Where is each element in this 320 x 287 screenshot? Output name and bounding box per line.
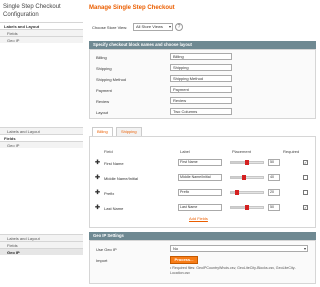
store-view-value: All Store Views: [136, 24, 163, 29]
chevron-down-icon: ▾: [168, 24, 171, 29]
sidebar-item-geo-ip[interactable]: Geo IP: [0, 36, 83, 43]
help-icon[interactable]: ?: [175, 23, 183, 31]
store-view-label: Choose Store View:: [92, 25, 128, 30]
placement-input[interactable]: 50: [268, 204, 280, 211]
tab-shipping[interactable]: Shipping: [116, 127, 142, 136]
placement-input[interactable]: 50: [268, 159, 280, 166]
sidebar-item-fields[interactable]: Fields: [0, 29, 83, 36]
sidebar-item-labels-layout[interactable]: Labels and Layout: [0, 22, 83, 29]
shipping-method-name-input[interactable]: Shipping Method: [170, 75, 232, 82]
field-label-input[interactable]: Last Name: [178, 204, 222, 211]
sidebar-group: Labels and Layout Fields Geo IP: [0, 234, 83, 255]
field-label-input[interactable]: Middle Name/Initial: [178, 174, 222, 181]
sidebar-item-fields[interactable]: Fields: [0, 241, 83, 248]
sidebar-group: Labels and Layout Fields Geo IP: [0, 127, 83, 148]
placement-slider[interactable]: [230, 190, 264, 195]
column-header-required: Required: [283, 149, 300, 154]
block-label: Shipping Method: [96, 77, 127, 82]
review-name-input[interactable]: Review: [170, 97, 232, 104]
shipping-name-input[interactable]: Shipping: [170, 64, 232, 71]
payment-name-input[interactable]: Payment: [170, 86, 232, 93]
fields-panel: [89, 136, 316, 228]
column-header-field: Field: [104, 149, 113, 154]
required-checkbox[interactable]: [303, 190, 308, 195]
field-label-input[interactable]: First Name: [178, 159, 222, 166]
section-header: Geo IP Settings: [89, 232, 316, 240]
billing-name-input[interactable]: Billing: [170, 53, 232, 60]
field-name: First Name: [104, 161, 124, 166]
use-geo-ip-select[interactable]: No ▾: [170, 245, 308, 252]
required-checkbox[interactable]: ✓: [303, 205, 308, 210]
block-label: Shipping: [96, 66, 112, 71]
placement-slider[interactable]: [230, 160, 264, 165]
drag-handle-icon[interactable]: ✚: [95, 160, 100, 166]
layout-select[interactable]: Two Columns: [170, 108, 232, 115]
use-geo-ip-value: No: [173, 246, 179, 251]
sidebar-item-labels-layout[interactable]: Labels and Layout: [0, 127, 83, 134]
sidebar-item-labels-layout[interactable]: Labels and Layout: [0, 234, 83, 241]
sidebar-group: Labels and Layout Fields Geo IP: [0, 22, 83, 43]
block-label: Review: [96, 99, 110, 104]
block-label: Layout: [96, 110, 109, 115]
process-button[interactable]: Process...: [170, 256, 198, 264]
page-title: Manage Single Step Checkout: [89, 5, 175, 11]
sidebar: Single Step Checkout Configuration Label…: [0, 0, 83, 287]
drag-handle-icon[interactable]: ✚: [95, 190, 100, 196]
slider-thumb[interactable]: [245, 205, 249, 210]
slider-thumb[interactable]: [235, 190, 240, 195]
placement-slider[interactable]: [230, 205, 264, 210]
slider-thumb[interactable]: [241, 175, 246, 180]
block-label: Payment: [96, 88, 112, 93]
slider-thumb[interactable]: [245, 160, 249, 165]
placement-input[interactable]: 40: [268, 174, 280, 181]
sidebar-title: Single Step Checkout Configuration: [3, 4, 61, 18]
placement-input[interactable]: 20: [268, 189, 280, 196]
sidebar-item-fields[interactable]: Fields: [0, 134, 83, 141]
column-header-placement: Placement: [232, 149, 251, 154]
tab-billing[interactable]: Billing: [92, 127, 113, 136]
field-name: Last Name: [104, 206, 124, 211]
required-checkbox[interactable]: ✓: [303, 160, 308, 165]
sidebar-item-geo-ip[interactable]: Geo IP: [0, 141, 83, 148]
drag-handle-icon[interactable]: ✚: [95, 175, 100, 181]
section-header: Specify checkout block names and choose …: [89, 41, 316, 49]
sidebar-item-geo-ip[interactable]: Geo IP: [0, 248, 83, 255]
column-header-label: Label: [180, 149, 190, 154]
chevron-down-icon: ▾: [303, 246, 306, 251]
import-note: • Required files: GeoIPCountryWhois.csv,…: [170, 266, 296, 275]
use-geo-ip-label: Use Geo IP: [96, 247, 117, 252]
field-name: Middle Name/Initial: [104, 176, 139, 181]
drag-handle-icon[interactable]: ✚: [95, 205, 100, 211]
field-label-input[interactable]: Prefix: [178, 189, 222, 196]
import-label: Import: [96, 258, 108, 263]
required-checkbox[interactable]: [303, 175, 308, 180]
add-fields-link[interactable]: Add Fields: [189, 216, 208, 221]
field-name: Prefix: [104, 191, 115, 196]
block-label: Billing: [96, 55, 107, 60]
placement-slider[interactable]: [230, 175, 264, 180]
store-view-select[interactable]: All Store Views ▾: [133, 23, 173, 31]
